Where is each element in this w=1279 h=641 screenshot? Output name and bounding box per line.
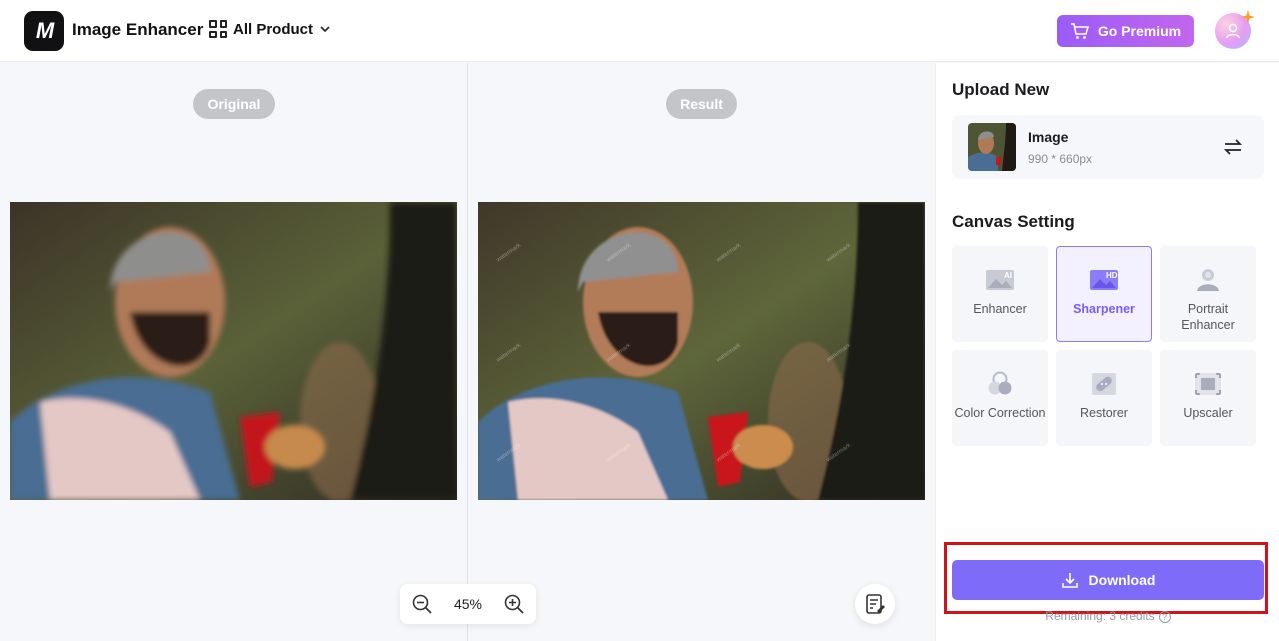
tool-sharpener-label: Sharpener xyxy=(1073,302,1135,316)
bandage-icon xyxy=(1092,373,1116,395)
tool-enhancer-label: Enhancer xyxy=(973,302,1027,316)
chevron-down-icon xyxy=(320,26,330,33)
color-circles-icon xyxy=(988,371,1012,395)
tool-portrait-enhancer[interactable]: Portrait Enhancer xyxy=(1160,246,1256,342)
image-name: Image xyxy=(1028,129,1069,145)
zoom-out-icon[interactable] xyxy=(411,593,433,615)
original-image xyxy=(10,202,457,500)
tool-sharpener[interactable]: HD Sharpener xyxy=(1056,246,1152,342)
tool-restorer[interactable]: Restorer xyxy=(1056,350,1152,446)
uploaded-image-card[interactable]: Image 990 * 660px xyxy=(952,115,1264,179)
download-label: Download xyxy=(1088,572,1156,588)
svg-text:HD: HD xyxy=(1106,271,1118,280)
download-icon xyxy=(1061,573,1078,588)
app-logo[interactable]: M xyxy=(24,11,64,51)
upload-new-title: Upload New xyxy=(952,80,1050,99)
grid-icon xyxy=(209,20,227,38)
image-dimensions: 990 * 660px xyxy=(1028,152,1093,166)
download-button[interactable]: Download xyxy=(952,560,1264,600)
zoom-level: 45% xyxy=(453,596,482,612)
app-title: Image Enhancer xyxy=(72,20,204,39)
upscale-icon xyxy=(1195,373,1221,395)
remaining-credits-text: Remaining: 3 credits xyxy=(1045,609,1155,623)
user-icon xyxy=(1225,23,1241,39)
tool-portrait-enhancer-label: Portrait Enhancer xyxy=(1181,302,1235,332)
svg-text:AI: AI xyxy=(1004,271,1012,280)
image-thumbnail xyxy=(968,123,1016,171)
edit-note-icon xyxy=(866,594,885,614)
feedback-button[interactable] xyxy=(855,584,895,624)
all-product-menu[interactable]: All Product xyxy=(209,20,331,38)
portrait-icon xyxy=(1197,269,1219,291)
tool-upscaler[interactable]: Upscaler xyxy=(1160,350,1256,446)
zoom-control: 45% xyxy=(400,584,536,624)
remaining-credits: Remaining: 3 credits? xyxy=(936,609,1279,623)
result-image: watermark watermark watermark watermark … xyxy=(478,202,925,500)
go-premium-label: Go Premium xyxy=(1097,23,1182,39)
settings-sidebar: Upload New Image 990 * 660px Canvas Sett… xyxy=(935,63,1279,641)
help-icon[interactable]: ? xyxy=(1158,610,1171,623)
canvas-setting-title: Canvas Setting xyxy=(952,212,1075,231)
tool-color-correction-label: Color Correction xyxy=(954,406,1046,420)
zoom-in-icon[interactable] xyxy=(503,593,525,615)
go-premium-button[interactable]: Go Premium xyxy=(1057,15,1194,47)
top-header: M Image Enhancer All Product Go Premium xyxy=(0,0,1279,62)
swap-image-icon[interactable] xyxy=(1222,136,1244,158)
tool-grid: AI Enhancer HD Sharpener Portrait Enhanc… xyxy=(952,246,1256,446)
crown-sparkle-icon xyxy=(1241,10,1255,24)
ai-image-icon: AI xyxy=(986,270,1014,290)
original-label: Original xyxy=(193,89,275,119)
tool-upscaler-label: Upscaler xyxy=(1183,406,1233,420)
result-canvas: Result watermark watermark watermark wat… xyxy=(468,63,934,641)
all-product-label: All Product xyxy=(233,20,314,38)
tool-restorer-label: Restorer xyxy=(1080,406,1128,420)
user-avatar[interactable] xyxy=(1215,10,1255,49)
result-label: Result xyxy=(666,89,737,119)
tool-enhancer[interactable]: AI Enhancer xyxy=(952,246,1048,342)
original-canvas: Original xyxy=(0,63,467,641)
hd-image-icon: HD xyxy=(1090,270,1118,290)
cart-icon xyxy=(1070,23,1089,39)
tool-color-correction[interactable]: Color Correction xyxy=(952,350,1048,446)
